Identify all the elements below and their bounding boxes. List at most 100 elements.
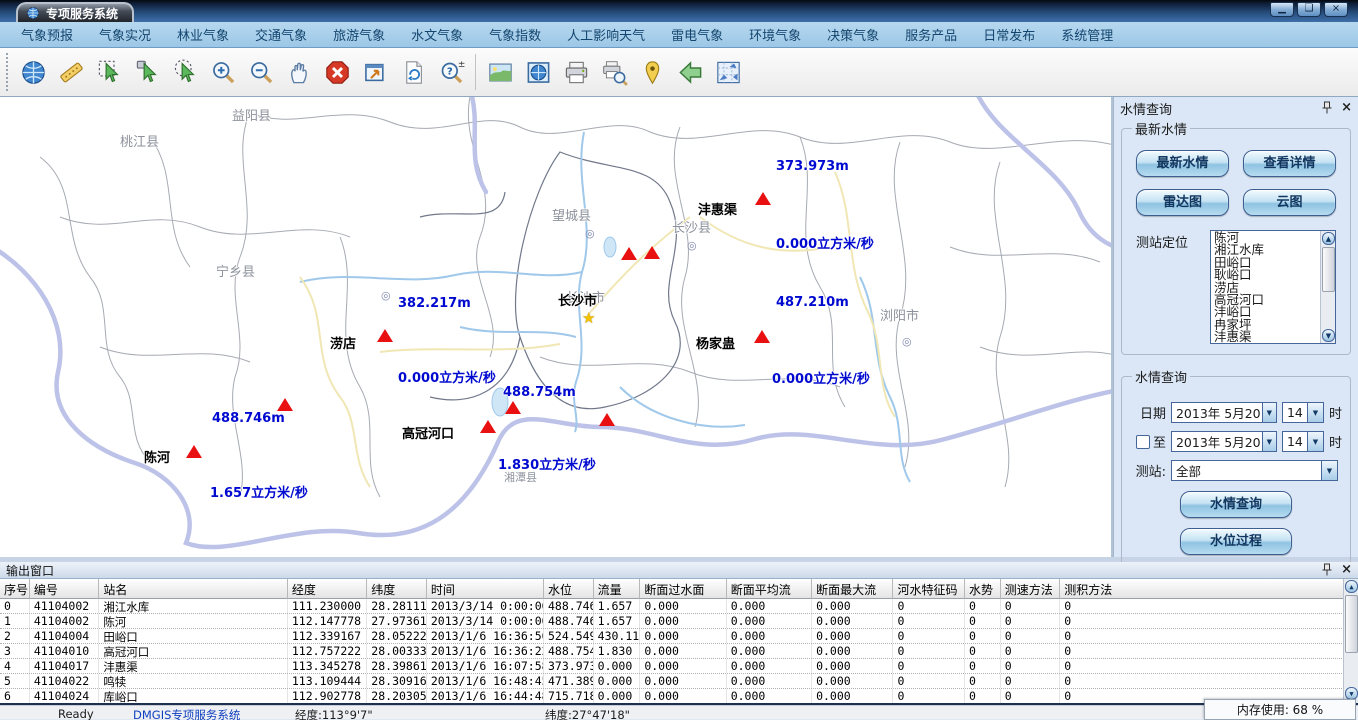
to-date-checkbox[interactable]	[1136, 435, 1150, 449]
menu-item-12[interactable]: 服务产品	[892, 25, 970, 44]
station-select-combo[interactable]: 全部▼	[1171, 460, 1338, 481]
output-close-icon[interactable]: ×	[1341, 564, 1352, 576]
map-window-icon[interactable]	[519, 52, 557, 92]
table-row[interactable]: 141104002陈河112.14777827.9736112013/3/14 …	[0, 614, 1358, 629]
listbox-scrollbar[interactable]: ▲ ▼	[1320, 231, 1335, 343]
maximize-button[interactable]: ❑	[1297, 2, 1321, 17]
menu-item-11[interactable]: 决策气象	[814, 25, 892, 44]
table-row[interactable]: 641104024库峪口112.90277828.2030562013/1/6 …	[0, 689, 1358, 703]
chevron-down-icon[interactable]: ▼	[1321, 461, 1337, 480]
overview-map-icon[interactable]	[709, 52, 747, 92]
menu-item-9[interactable]: 雷电气象	[658, 25, 736, 44]
station-marker[interactable]	[599, 413, 615, 426]
station-marker[interactable]	[186, 445, 202, 458]
table-row[interactable]: 041104002湘江水库111.23000028.2811112013/3/1…	[0, 599, 1358, 614]
chevron-down-icon[interactable]: ▼	[1307, 403, 1323, 422]
output-scrollbar[interactable]: ▲ ▼	[1343, 579, 1358, 703]
latest-water-button[interactable]: 最新水情	[1136, 150, 1229, 177]
column-header[interactable]: 站名	[99, 579, 288, 599]
date-from-combo[interactable]: 2013年 5月20日▼	[1171, 402, 1277, 423]
column-header[interactable]: 时间	[427, 579, 544, 599]
menu-item-6[interactable]: 水文气象	[398, 25, 476, 44]
menu-item-13[interactable]: 日常发布	[970, 25, 1048, 44]
stop-icon[interactable]	[318, 52, 356, 92]
column-header[interactable]: 水势	[965, 579, 1001, 599]
pin-icon[interactable]	[1321, 101, 1333, 115]
locate-pin-icon[interactable]	[633, 52, 671, 92]
column-header[interactable]: 流量	[594, 579, 641, 599]
full-extent-icon[interactable]	[356, 52, 394, 92]
station-marker[interactable]	[505, 401, 521, 414]
column-header[interactable]: 断面过水面	[640, 579, 726, 599]
column-header[interactable]: 断面平均流	[727, 579, 812, 599]
menu-item-14[interactable]: 系统管理	[1048, 25, 1126, 44]
column-header[interactable]: 河水特征码	[893, 579, 964, 599]
scroll-up-icon[interactable]: ▲	[1322, 232, 1335, 245]
column-header[interactable]: 纬度	[367, 579, 427, 599]
menu-item-7[interactable]: 气象指数	[476, 25, 554, 44]
water-query-button[interactable]: 水情查询	[1180, 491, 1292, 518]
table-row[interactable]: 241104004田峪口112.33916728.0522222013/1/6 …	[0, 629, 1358, 644]
panel-close-icon[interactable]: ×	[1341, 102, 1352, 114]
menu-item-4[interactable]: 交通气象	[242, 25, 320, 44]
pin-icon[interactable]	[1321, 563, 1333, 577]
column-header[interactable]: 序号	[0, 579, 30, 599]
water-level-process-button[interactable]: 水位过程	[1180, 528, 1292, 555]
select-features-icon[interactable]	[90, 52, 128, 92]
column-header[interactable]: 水位	[544, 579, 594, 599]
table-row[interactable]: 341104010高冠河口112.75722228.0033332013/1/6…	[0, 644, 1358, 659]
station-marker[interactable]	[377, 329, 393, 342]
date-to-combo[interactable]: 2013年 5月20日▼	[1171, 431, 1277, 452]
zoom-out-icon[interactable]	[242, 52, 280, 92]
print-icon[interactable]	[557, 52, 595, 92]
station-marker[interactable]	[277, 398, 293, 411]
refresh-icon[interactable]	[394, 52, 432, 92]
hour-to-combo[interactable]: 14▼	[1282, 431, 1324, 452]
scroll-thumb[interactable]	[1322, 247, 1335, 292]
cloud-image-button[interactable]: 云图	[1243, 189, 1336, 216]
station-marker[interactable]	[621, 247, 637, 260]
station-marker[interactable]	[480, 420, 496, 433]
station-list-item[interactable]: 沣惠渠	[1214, 331, 1319, 343]
minimize-button[interactable]: ▁	[1270, 2, 1294, 17]
map-canvas[interactable]: 益阳县桃江县宁乡县望城县长沙县长沙市浏阳市湘潭县长沙市沣惠渠涝店陈河高冠河口杨家…	[0, 97, 1113, 557]
image-export-icon[interactable]	[481, 52, 519, 92]
station-listbox[interactable]: ▲ ▼ 陈河湘江水库田峪口耿峪口涝店高冠河口沣峪口冉家坪沣惠渠	[1210, 230, 1336, 344]
column-header[interactable]: 断面最大流	[812, 579, 893, 599]
output-table[interactable]: ▲ ▼ 序号编号站名经度纬度时间水位流量断面过水面断面平均流断面最大流河水特征码…	[0, 579, 1358, 703]
scroll-up-icon[interactable]: ▲	[1345, 580, 1358, 593]
scroll-thumb[interactable]	[1345, 595, 1358, 653]
chevron-down-icon[interactable]: ▼	[1307, 432, 1323, 451]
column-header[interactable]: 编号	[30, 579, 100, 599]
close-button[interactable]: ×	[1324, 2, 1348, 17]
menu-item-8[interactable]: 人工影响天气	[554, 25, 658, 44]
view-details-button[interactable]: 查看详情	[1243, 150, 1336, 177]
menu-item-3[interactable]: 林业气象	[164, 25, 242, 44]
menu-item-1[interactable]: 气象预报	[8, 25, 86, 44]
table-row[interactable]: 441104017沣惠渠113.34527828.3986112013/1/6 …	[0, 659, 1358, 674]
menu-item-10[interactable]: 环境气象	[736, 25, 814, 44]
deselect-icon[interactable]	[166, 52, 204, 92]
hour-from-combo[interactable]: 14▼	[1282, 402, 1324, 423]
chevron-down-icon[interactable]: ▼	[1262, 403, 1276, 422]
station-marker[interactable]	[644, 246, 660, 259]
menu-item-2[interactable]: 气象实况	[86, 25, 164, 44]
zoom-in-icon[interactable]	[204, 52, 242, 92]
station-marker[interactable]	[755, 192, 771, 205]
globe-icon[interactable]	[14, 52, 52, 92]
print-preview-icon[interactable]	[595, 52, 633, 92]
identify-icon[interactable]: ?±	[432, 52, 470, 92]
column-header[interactable]: 测积方法	[1060, 579, 1358, 599]
radar-chart-button[interactable]: 雷达图	[1136, 189, 1229, 216]
select-arrow-icon[interactable]	[128, 52, 166, 92]
station-marker[interactable]	[754, 330, 770, 343]
pan-hand-icon[interactable]	[280, 52, 318, 92]
table-row[interactable]: 541104022鸣犊113.10944428.3091672013/1/6 1…	[0, 674, 1358, 689]
measure-ruler-icon[interactable]	[52, 52, 90, 92]
column-header[interactable]: 经度	[288, 579, 367, 599]
menu-item-5[interactable]: 旅游气象	[320, 25, 398, 44]
back-arrow-icon[interactable]	[671, 52, 709, 92]
column-header[interactable]: 测速方法	[1001, 579, 1061, 599]
scroll-down-icon[interactable]: ▼	[1322, 329, 1335, 342]
chevron-down-icon[interactable]: ▼	[1262, 432, 1276, 451]
